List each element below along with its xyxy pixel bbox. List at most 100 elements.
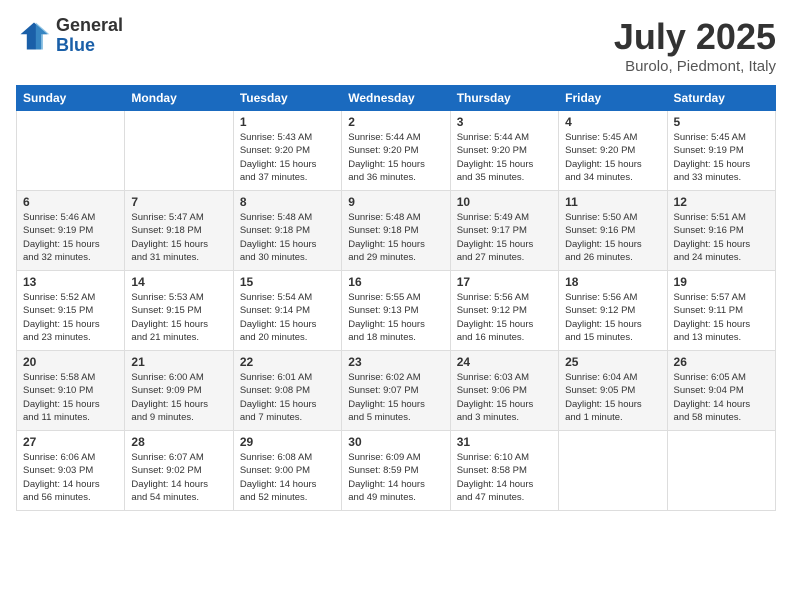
day-number: 12 xyxy=(674,195,769,209)
logo-general-text: General xyxy=(56,16,123,36)
calendar-table: SundayMondayTuesdayWednesdayThursdayFrid… xyxy=(16,85,776,511)
day-number: 24 xyxy=(457,355,552,369)
logo: General Blue xyxy=(16,16,123,56)
calendar-cell: 14 Sunrise: 5:53 AM Sunset: 9:15 PM Dayli… xyxy=(125,271,233,351)
day-number: 15 xyxy=(240,275,335,289)
day-number: 14 xyxy=(131,275,226,289)
calendar-week-3: 13Sunrise: 5:52 AM Sunset: 9:15 PM Dayli… xyxy=(17,271,776,351)
day-number: 26 xyxy=(674,355,769,369)
day-number: 28 xyxy=(131,435,226,449)
calendar-week-4: 20 Sunrise: 5:58 AM Sunset: 9:10 PM Dayli… xyxy=(17,351,776,431)
day-number: 16 xyxy=(348,275,443,289)
day-info: Sunrise: 5:49 AM Sunset: 9:17 PM Dayligh… xyxy=(457,211,552,264)
location: Burolo, Piedmont, Italy xyxy=(614,58,776,75)
day-number: 6 xyxy=(23,195,118,209)
day-number: 17 xyxy=(457,275,552,289)
day-info: Sunrise: 5:53 AM Sunset: 9:15 PM Dayligh… xyxy=(131,291,226,344)
day-info: Sunrise: 5:46 AM Sunset: 9:19 PM Dayligh… xyxy=(23,211,118,264)
calendar-cell: 12 Sunrise: 5:51 AM Sunset: 9:16 PM Dayli… xyxy=(667,191,775,271)
day-info: Sunrise: 5:57 AM Sunset: 9:11 PM Dayligh… xyxy=(674,291,769,344)
calendar-cell: 8 Sunrise: 5:48 AM Sunset: 9:18 PM Daylig… xyxy=(233,191,341,271)
calendar-cell xyxy=(559,431,667,511)
calendar-week-2: 6 Sunrise: 5:46 AM Sunset: 9:19 PM Daylig… xyxy=(17,191,776,271)
logo-icon xyxy=(16,18,52,54)
day-info: Sunrise: 6:10 AM Sunset: 8:58 PM Dayligh… xyxy=(457,451,552,504)
day-number: 11 xyxy=(565,195,660,209)
day-info: Sunrise: 6:08 AM Sunset: 9:00 PM Dayligh… xyxy=(240,451,335,504)
day-number: 18 xyxy=(565,275,660,289)
day-number: 13 xyxy=(23,275,118,289)
calendar-week-5: 27 Sunrise: 6:06 AM Sunset: 9:03 PM Dayli… xyxy=(17,431,776,511)
day-number: 1 xyxy=(240,115,335,129)
weekday-header-sunday: Sunday xyxy=(17,86,125,111)
calendar-cell: 11Sunrise: 5:50 AM Sunset: 9:16 PM Dayli… xyxy=(559,191,667,271)
day-number: 27 xyxy=(23,435,118,449)
day-info: Sunrise: 6:09 AM Sunset: 8:59 PM Dayligh… xyxy=(348,451,443,504)
day-info: Sunrise: 5:54 AM Sunset: 9:14 PM Dayligh… xyxy=(240,291,335,344)
day-number: 4 xyxy=(565,115,660,129)
day-info: Sunrise: 5:48 AM Sunset: 9:18 PM Dayligh… xyxy=(240,211,335,264)
calendar-cell: 16 Sunrise: 5:55 AM Sunset: 9:13 PM Dayli… xyxy=(342,271,450,351)
calendar-cell: 15 Sunrise: 5:54 AM Sunset: 9:14 PM Dayli… xyxy=(233,271,341,351)
month-title: July 2025 xyxy=(614,16,776,58)
calendar-cell: 19Sunrise: 5:57 AM Sunset: 9:11 PM Dayli… xyxy=(667,271,775,351)
day-number: 9 xyxy=(348,195,443,209)
calendar-cell: 17 Sunrise: 5:56 AM Sunset: 9:12 PM Dayli… xyxy=(450,271,558,351)
day-info: Sunrise: 6:01 AM Sunset: 9:08 PM Dayligh… xyxy=(240,371,335,424)
calendar-cell: 21Sunrise: 6:00 AM Sunset: 9:09 PM Dayli… xyxy=(125,351,233,431)
day-number: 21 xyxy=(131,355,226,369)
day-info: Sunrise: 5:51 AM Sunset: 9:16 PM Dayligh… xyxy=(674,211,769,264)
day-info: Sunrise: 5:44 AM Sunset: 9:20 PM Dayligh… xyxy=(457,131,552,184)
day-info: Sunrise: 5:47 AM Sunset: 9:18 PM Dayligh… xyxy=(131,211,226,264)
day-info: Sunrise: 5:45 AM Sunset: 9:19 PM Dayligh… xyxy=(674,131,769,184)
calendar-cell: 18 Sunrise: 5:56 AM Sunset: 9:12 PM Dayli… xyxy=(559,271,667,351)
calendar-cell: 4 Sunrise: 5:45 AM Sunset: 9:20 PM Daylig… xyxy=(559,111,667,191)
day-info: Sunrise: 6:05 AM Sunset: 9:04 PM Dayligh… xyxy=(674,371,769,424)
day-number: 29 xyxy=(240,435,335,449)
page-header: General Blue July 2025 Burolo, Piedmont,… xyxy=(16,16,776,75)
logo-blue-text: Blue xyxy=(56,36,123,56)
day-number: 30 xyxy=(348,435,443,449)
weekday-header-row: SundayMondayTuesdayWednesdayThursdayFrid… xyxy=(17,86,776,111)
day-number: 25 xyxy=(565,355,660,369)
day-number: 8 xyxy=(240,195,335,209)
day-info: Sunrise: 5:58 AM Sunset: 9:10 PM Dayligh… xyxy=(23,371,118,424)
day-number: 5 xyxy=(674,115,769,129)
calendar-cell: 1 Sunrise: 5:43 AM Sunset: 9:20 PM Daylig… xyxy=(233,111,341,191)
day-number: 20 xyxy=(23,355,118,369)
calendar-cell: 5 Sunrise: 5:45 AM Sunset: 9:19 PM Daylig… xyxy=(667,111,775,191)
day-info: Sunrise: 5:44 AM Sunset: 9:20 PM Dayligh… xyxy=(348,131,443,184)
day-info: Sunrise: 6:06 AM Sunset: 9:03 PM Dayligh… xyxy=(23,451,118,504)
day-info: Sunrise: 6:02 AM Sunset: 9:07 PM Dayligh… xyxy=(348,371,443,424)
day-info: Sunrise: 5:56 AM Sunset: 9:12 PM Dayligh… xyxy=(457,291,552,344)
weekday-header-tuesday: Tuesday xyxy=(233,86,341,111)
day-info: Sunrise: 5:48 AM Sunset: 9:18 PM Dayligh… xyxy=(348,211,443,264)
weekday-header-saturday: Saturday xyxy=(667,86,775,111)
day-number: 7 xyxy=(131,195,226,209)
day-info: Sunrise: 5:45 AM Sunset: 9:20 PM Dayligh… xyxy=(565,131,660,184)
calendar-cell: 24 Sunrise: 6:03 AM Sunset: 9:06 PM Dayli… xyxy=(450,351,558,431)
calendar-cell: 6 Sunrise: 5:46 AM Sunset: 9:19 PM Daylig… xyxy=(17,191,125,271)
calendar-cell: 26 Sunrise: 6:05 AM Sunset: 9:04 PM Dayli… xyxy=(667,351,775,431)
calendar-cell: 29 Sunrise: 6:08 AM Sunset: 9:00 PM Dayli… xyxy=(233,431,341,511)
day-info: Sunrise: 6:07 AM Sunset: 9:02 PM Dayligh… xyxy=(131,451,226,504)
day-info: Sunrise: 5:43 AM Sunset: 9:20 PM Dayligh… xyxy=(240,131,335,184)
calendar-cell: 27 Sunrise: 6:06 AM Sunset: 9:03 PM Dayli… xyxy=(17,431,125,511)
calendar-cell: 22Sunrise: 6:01 AM Sunset: 9:08 PM Dayli… xyxy=(233,351,341,431)
weekday-header-friday: Friday xyxy=(559,86,667,111)
calendar-cell: 9 Sunrise: 5:48 AM Sunset: 9:18 PM Daylig… xyxy=(342,191,450,271)
day-info: Sunrise: 5:55 AM Sunset: 9:13 PM Dayligh… xyxy=(348,291,443,344)
calendar-cell xyxy=(125,111,233,191)
weekday-header-monday: Monday xyxy=(125,86,233,111)
calendar-cell xyxy=(667,431,775,511)
day-info: Sunrise: 6:03 AM Sunset: 9:06 PM Dayligh… xyxy=(457,371,552,424)
calendar-cell: 31Sunrise: 6:10 AM Sunset: 8:58 PM Dayli… xyxy=(450,431,558,511)
day-number: 23 xyxy=(348,355,443,369)
calendar-cell: 30 Sunrise: 6:09 AM Sunset: 8:59 PM Dayli… xyxy=(342,431,450,511)
calendar-cell: 10Sunrise: 5:49 AM Sunset: 9:17 PM Dayli… xyxy=(450,191,558,271)
calendar-cell: 25Sunrise: 6:04 AM Sunset: 9:05 PM Dayli… xyxy=(559,351,667,431)
calendar-week-1: 1 Sunrise: 5:43 AM Sunset: 9:20 PM Daylig… xyxy=(17,111,776,191)
day-info: Sunrise: 5:56 AM Sunset: 9:12 PM Dayligh… xyxy=(565,291,660,344)
day-number: 2 xyxy=(348,115,443,129)
calendar-cell: 13Sunrise: 5:52 AM Sunset: 9:15 PM Dayli… xyxy=(17,271,125,351)
